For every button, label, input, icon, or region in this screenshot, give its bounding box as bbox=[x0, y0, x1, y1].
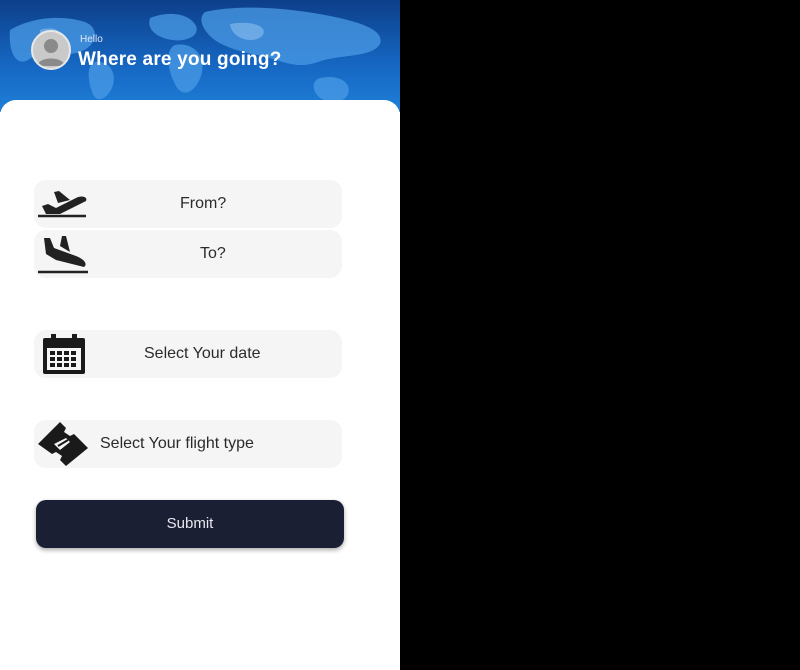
date-input-placeholder: Select Your date bbox=[144, 345, 261, 362]
greeting-label: Hello bbox=[80, 34, 103, 45]
flight-type-field[interactable]: Select Your flight type bbox=[34, 420, 342, 468]
airplane-landing-icon bbox=[36, 232, 90, 276]
user-avatar-icon[interactable] bbox=[31, 30, 71, 70]
app-screen: Hello Where are you going? From? To? Sel… bbox=[0, 0, 400, 670]
header-banner: Hello Where are you going? bbox=[0, 0, 400, 112]
page-title: Where are you going? bbox=[78, 49, 282, 70]
ticket-icon bbox=[36, 422, 90, 466]
to-field[interactable]: To? bbox=[34, 230, 342, 278]
submit-button[interactable]: Submit bbox=[36, 500, 344, 548]
to-input-placeholder: To? bbox=[200, 245, 226, 262]
calendar-icon bbox=[36, 332, 90, 376]
search-form-card: From? To? Select Your date Select Your f… bbox=[0, 100, 400, 670]
from-field[interactable]: From? bbox=[34, 180, 342, 228]
airplane-takeoff-icon bbox=[36, 182, 90, 226]
from-input-placeholder: From? bbox=[180, 195, 227, 212]
flight-type-input-placeholder: Select Your flight type bbox=[100, 435, 254, 452]
date-field[interactable]: Select Your date bbox=[34, 330, 342, 378]
